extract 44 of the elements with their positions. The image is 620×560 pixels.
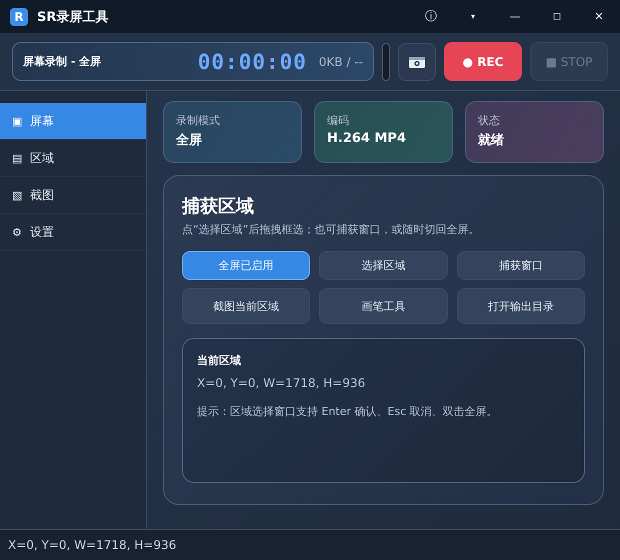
timer-display: 00:00:00 <box>198 50 307 74</box>
card-label: 录制模式 <box>176 113 221 128</box>
card-value: H.264 MP4 <box>327 131 407 146</box>
panel-description: 点“选择区域”后拖拽框选；也可捕获窗口，或随时切回全屏。 <box>182 222 480 237</box>
app-logo: R <box>10 8 28 26</box>
action-button[interactable]: 全屏已启用 <box>182 251 310 280</box>
screenshot-button[interactable] <box>398 42 436 80</box>
nav-icon: ⚙ <box>12 226 30 238</box>
nav-label: 屏幕 <box>30 112 54 130</box>
sidebar-item[interactable]: ▤ 区域 <box>0 140 146 177</box>
action-button[interactable]: 截图当前区域 <box>182 288 310 324</box>
level-meter <box>382 42 390 80</box>
card-label: 状态 <box>478 113 501 128</box>
sidebar-item[interactable]: ⚙ 设置 <box>0 214 146 251</box>
close-button[interactable]: ✕ <box>578 0 620 33</box>
action-button[interactable]: 打开输出目录 <box>456 288 585 324</box>
nav-label: 设置 <box>30 224 54 240</box>
mode-label: 屏幕录制 - 全屏 <box>23 54 102 69</box>
nav-label: 截图 <box>30 186 54 204</box>
file-size: 0KB / -- <box>318 54 363 68</box>
action-button[interactable]: 选择区域 <box>319 251 448 280</box>
maximize-button[interactable]: ◻ <box>536 0 578 33</box>
camera-icon <box>408 54 426 68</box>
nav-icon: ▤ <box>12 152 30 164</box>
action-button[interactable]: 画笔工具 <box>319 288 448 324</box>
panel-title: 捕获区域 <box>182 195 255 218</box>
nav-label: 区域 <box>30 150 54 166</box>
card-value: 就绪 <box>478 132 505 149</box>
record-button[interactable]: ● REC <box>444 42 522 81</box>
info-button[interactable]: ⓘ <box>410 0 452 33</box>
window-title: SR录屏工具 <box>37 8 108 26</box>
nav-icon: ▧ <box>12 188 30 202</box>
status-text: X=0, Y=0, W=1718, H=936 <box>8 538 176 552</box>
region-title: 当前区域 <box>197 353 242 368</box>
dropdown-button[interactable]: ▾ <box>452 0 494 33</box>
minimize-button[interactable]: — <box>494 0 536 33</box>
card-value: 全屏 <box>176 132 203 149</box>
sidebar-item[interactable]: ▧ 截图 <box>0 177 146 214</box>
sidebar-item[interactable]: ▣ 屏幕 <box>0 103 146 140</box>
nav-icon: ▣ <box>12 114 30 128</box>
region-value: X=0, Y=0, W=1718, H=936 <box>197 376 366 390</box>
hint-text: 提示：区域选择窗口支持 Enter 确认、Esc 取消、双击全屏。 <box>197 404 499 419</box>
card-label: 编码 <box>327 113 350 128</box>
action-button[interactable]: 捕获窗口 <box>456 251 585 280</box>
